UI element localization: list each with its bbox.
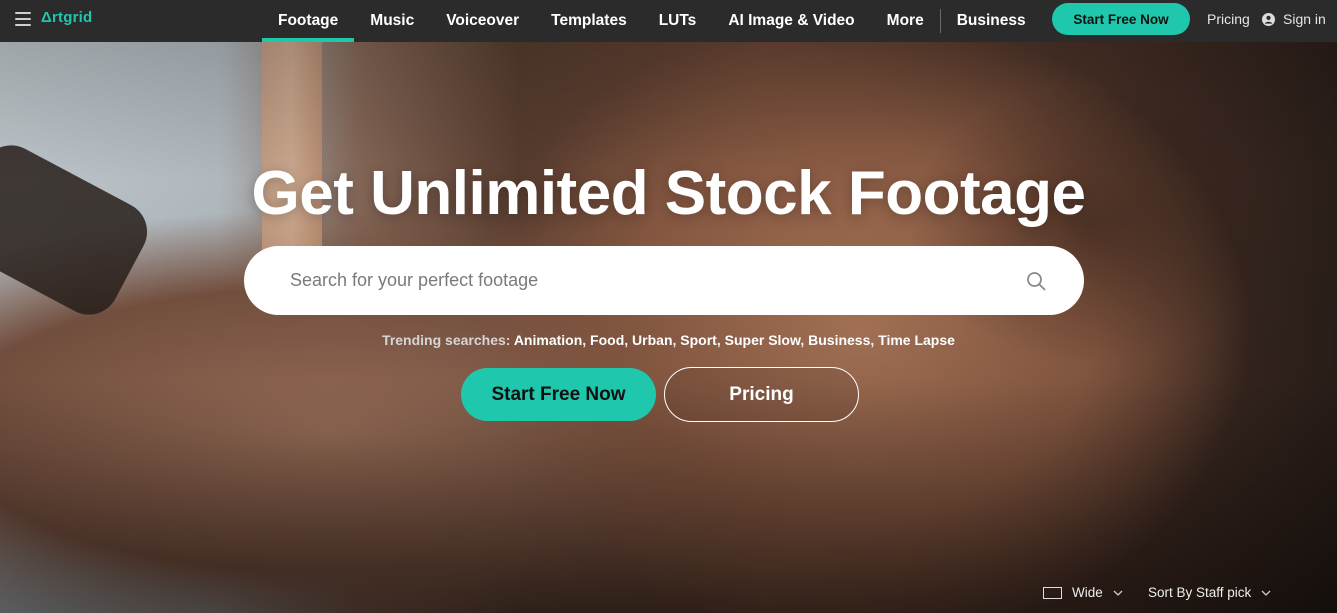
nav-link-templates[interactable]: Templates <box>535 0 643 42</box>
sign-in-link[interactable]: Sign in <box>1262 11 1326 27</box>
view-mode-label: Wide <box>1072 585 1103 600</box>
trending-item[interactable]: Time Lapse <box>878 332 955 348</box>
top-nav: Δrtgrid Footage Music Voiceover Template… <box>0 0 1337 42</box>
chevron-down-icon <box>1113 590 1123 596</box>
nav-link-business[interactable]: Business <box>941 0 1042 42</box>
hamburger-menu-icon[interactable] <box>15 12 31 26</box>
search-icon[interactable] <box>1025 270 1047 292</box>
hero-title: Get Unlimited Stock Footage <box>251 159 1086 228</box>
sign-in-label: Sign in <box>1283 11 1326 27</box>
nav-link-more[interactable]: More <box>871 0 940 42</box>
wide-view-icon <box>1043 586 1062 599</box>
nav-link-ai-image-video[interactable]: AI Image & Video <box>712 0 870 42</box>
hero-start-free-button[interactable]: Start Free Now <box>461 368 656 421</box>
nav-start-free-button[interactable]: Start Free Now <box>1052 3 1190 35</box>
sort-label: Sort By Staff pick <box>1148 585 1252 600</box>
search-box <box>244 246 1084 315</box>
nav-links: Footage Music Voiceover Templates LUTs A… <box>262 0 1042 42</box>
sort-dropdown[interactable]: Sort By Staff pick <box>1148 585 1271 600</box>
hero-pricing-button[interactable]: Pricing <box>664 367 859 422</box>
nav-link-voiceover[interactable]: Voiceover <box>430 0 535 42</box>
view-mode-dropdown[interactable]: Wide <box>1043 585 1123 600</box>
nav-link-music[interactable]: Music <box>354 0 430 42</box>
trending-searches: Trending searches: Animation, Food, Urba… <box>382 332 955 348</box>
nav-pricing-link[interactable]: Pricing <box>1207 11 1250 27</box>
trending-item[interactable]: Food <box>590 332 624 348</box>
nav-link-footage[interactable]: Footage <box>262 0 355 42</box>
trending-item[interactable]: Sport <box>680 332 717 348</box>
user-icon <box>1262 12 1275 26</box>
search-input[interactable] <box>290 246 990 315</box>
trending-item[interactable]: Urban <box>632 332 672 348</box>
chevron-down-icon <box>1261 590 1271 596</box>
artgrid-logo[interactable]: Δrtgrid <box>41 9 92 26</box>
trending-label: Trending searches: <box>382 332 511 348</box>
trending-item[interactable]: Super Slow <box>725 332 801 348</box>
nav-link-luts[interactable]: LUTs <box>643 0 713 42</box>
trending-item[interactable]: Business <box>808 332 870 348</box>
trending-item[interactable]: Animation <box>514 332 582 348</box>
